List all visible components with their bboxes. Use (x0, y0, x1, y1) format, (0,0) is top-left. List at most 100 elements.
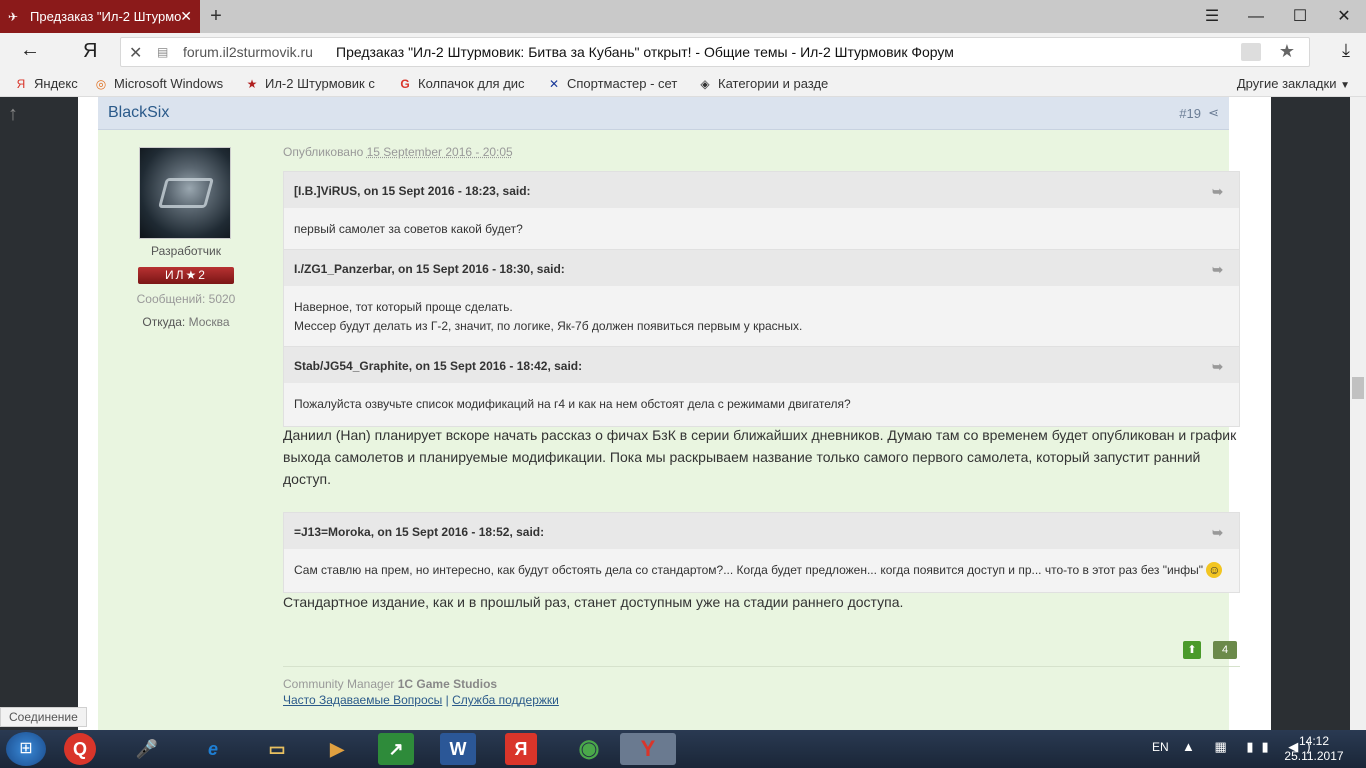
media-app-icon[interactable]: ▶ (314, 733, 360, 765)
yandex-logo[interactable]: Я (83, 40, 97, 63)
chrome-app-icon[interactable]: ◉ (566, 733, 612, 765)
author-name[interactable]: BlackSix (108, 104, 169, 122)
yandex-browser-app-icon[interactable]: Y (620, 733, 676, 765)
bookmark-il2[interactable]: ★ Ил-2 Штурмовик с (245, 76, 375, 91)
bookmark-microsoft[interactable]: ◎ Microsoft Windows (94, 76, 223, 91)
status-bar: Соединение (0, 707, 87, 727)
quote-line: Наверное, тот который проще сделать. (294, 300, 513, 314)
quote-author: Stab/JG54_Graphite, on 15 Sept 2016 - 18… (294, 359, 583, 373)
word-app-icon[interactable]: W (440, 733, 476, 765)
faq-link[interactable]: Часто Задаваемые Вопросы (283, 693, 442, 707)
language-indicator[interactable]: EN (1152, 740, 1169, 754)
alice-app-icon[interactable]: 🎤 (124, 733, 170, 765)
user-location: Откуда: Москва (98, 315, 274, 329)
location-value: Москва (188, 315, 230, 329)
scrollbar-thumb[interactable] (1352, 377, 1364, 399)
protect-icon[interactable] (1241, 43, 1261, 61)
bookmark-label: Microsoft Windows (114, 76, 224, 91)
forum-post: BlackSix #19 ⋖ Разработчик ИЛ★2 Сообщени… (98, 97, 1240, 730)
url-field[interactable]: ✕ ▤ forum.il2sturmovik.ru Предзаказ "Ил-… (120, 37, 1310, 67)
bookmark-cap[interactable]: G Колпачок для дис (398, 76, 525, 91)
microsoft-icon: ◎ (95, 77, 107, 91)
published-label: Опубликовано (283, 145, 367, 159)
published-date: Опубликовано 15 September 2016 - 20:05 (283, 145, 513, 159)
support-link[interactable]: Служба поддержки (452, 693, 559, 707)
url-domain: forum.il2sturmovik.ru (183, 44, 313, 60)
quote-line: Мессер будут делать из Г-2, значит, по л… (294, 319, 803, 333)
menu-button[interactable]: ☰ (1192, 0, 1232, 33)
new-tab-button[interactable]: + (205, 0, 227, 33)
quote-block: I./ZG1_Panzerbar, on 15 Sept 2016 - 18:3… (283, 249, 1240, 349)
bookmark-yandex[interactable]: Я Яндекс (14, 76, 78, 91)
signature-divider (283, 666, 1240, 667)
start-button[interactable]: ⊞ (6, 732, 46, 766)
chevron-down-icon: ▼ (1340, 80, 1350, 91)
quote-body: Пожалуйста озвучьте список модификаций н… (284, 383, 1239, 426)
bookmark-label: Яндекс (34, 76, 78, 91)
clock[interactable]: 14:12 25.11.2017 (1282, 734, 1346, 764)
user-role: Разработчик (151, 244, 221, 258)
bookmark-categories[interactable]: ◈ Категории и разде (698, 76, 828, 91)
tab-bar: ✈ Предзаказ "Ил-2 Штурмо ✕ + ☰ — ☐ ✕ (0, 0, 1366, 33)
scrollbar[interactable] (1350, 97, 1366, 730)
quote-author: =J13=Moroka, on 15 Sept 2016 - 18:52, sa… (294, 525, 545, 539)
quote-line: первый самолет за советов какой будет? (294, 222, 523, 236)
location-label: Откуда: (142, 315, 189, 329)
avatar[interactable] (139, 147, 231, 239)
other-bookmarks[interactable]: Другие закладки ▼ (1237, 76, 1350, 91)
active-tab[interactable]: ✈ Предзаказ "Ил-2 Штурмо ✕ (0, 0, 200, 33)
yandex-icon: Я (16, 77, 26, 91)
jump-to-quote-icon[interactable]: ➥ (1212, 184, 1223, 200)
back-arrow-icon[interactable]: ← (20, 39, 40, 62)
taskbar: ⊞ Q 🎤 e ▭ ▶ ↗ W Я ◉ Y EN ▲ ▦ ▮▮ ◀) 14:12… (0, 730, 1366, 768)
quote-author: I./ZG1_Panzerbar, on 15 Sept 2016 - 18:3… (294, 262, 565, 276)
quote-author: [I.B.]ViRUS, on 15 Sept 2016 - 18:23, sa… (294, 184, 531, 198)
bookmark-sportmaster[interactable]: ✕ Спортмастер - сет (547, 76, 677, 91)
tab-close-icon[interactable]: ✕ (180, 0, 192, 33)
jump-to-quote-icon[interactable]: ➥ (1212, 359, 1223, 375)
search-app-icon[interactable]: Q (64, 733, 96, 765)
link-separator: | (442, 693, 453, 707)
maximize-button[interactable]: ☐ (1280, 0, 1320, 33)
share-icon[interactable]: ⋖ (1208, 105, 1219, 121)
download-icon[interactable]: ⤓ (1342, 40, 1350, 61)
signature-company: 1C Game Studios (397, 677, 498, 691)
address-bar: ← Я ✕ ▤ forum.il2sturmovik.ru Предзаказ … (0, 33, 1366, 71)
quote-block: =J13=Moroka, on 15 Sept 2016 - 18:52, sa… (283, 512, 1240, 593)
quote-header: Stab/JG54_Graphite, on 15 Sept 2016 - 18… (284, 347, 1239, 383)
close-window-button[interactable]: ✕ (1324, 0, 1364, 33)
page-info-icon[interactable]: ▤ (157, 45, 168, 59)
post-number[interactable]: #19 (1179, 106, 1201, 121)
quote-body: Наверное, тот который проще сделать. Мес… (284, 286, 1239, 348)
finance-app-icon[interactable]: ↗ (378, 733, 414, 765)
tab-favicon-icon: ✈ (8, 10, 19, 24)
sportmaster-icon: ✕ (548, 77, 560, 91)
star-icon: ★ (246, 77, 258, 91)
quote-block: Stab/JG54_Graphite, on 15 Sept 2016 - 18… (283, 346, 1240, 427)
quote-header: =J13=Moroka, on 15 Sept 2016 - 18:52, sa… (284, 513, 1239, 549)
quote-block: [I.B.]ViRUS, on 15 Sept 2016 - 18:23, sa… (283, 171, 1240, 252)
bookmark-label: Спортмастер - сет (567, 76, 678, 91)
url-title: Предзаказ "Ил-2 Штурмовик: Битва за Куба… (336, 44, 954, 60)
smiley-icon: ☺ (1206, 562, 1223, 578)
jump-to-quote-icon[interactable]: ➥ (1212, 525, 1223, 541)
bookmark-star-icon[interactable]: ★ (1279, 41, 1295, 62)
published-date-value: 15 September 2016 - 20:05 (366, 145, 513, 159)
upvote-button[interactable]: ⬆ (1183, 641, 1201, 659)
stop-loading-icon[interactable]: ✕ (129, 43, 142, 63)
ie-app-icon[interactable]: e (190, 733, 236, 765)
bookmark-label: Колпачок для дис (418, 76, 525, 91)
reply-text: Стандартное издание, как и в прошлый раз… (283, 594, 904, 610)
clock-date: 25.11.2017 (1284, 749, 1344, 763)
signature-role: Community Manager (283, 677, 398, 691)
yandex-app-icon[interactable]: Я (505, 733, 537, 765)
quote-line: Сам ставлю на прем, но интересно, как бу… (294, 563, 1207, 577)
scroll-to-top-icon[interactable]: ↑ (8, 103, 18, 126)
explorer-app-icon[interactable]: ▭ (254, 733, 300, 765)
post-count: Сообщений: 5020 (136, 292, 236, 306)
minimize-button[interactable]: — (1236, 0, 1276, 33)
quote-body: Сам ставлю на прем, но интересно, как бу… (284, 549, 1239, 592)
jump-to-quote-icon[interactable]: ➥ (1212, 262, 1223, 278)
quote-body: первый самолет за советов какой будет? (284, 208, 1239, 251)
quote-header: I./ZG1_Panzerbar, on 15 Sept 2016 - 18:3… (284, 250, 1239, 286)
